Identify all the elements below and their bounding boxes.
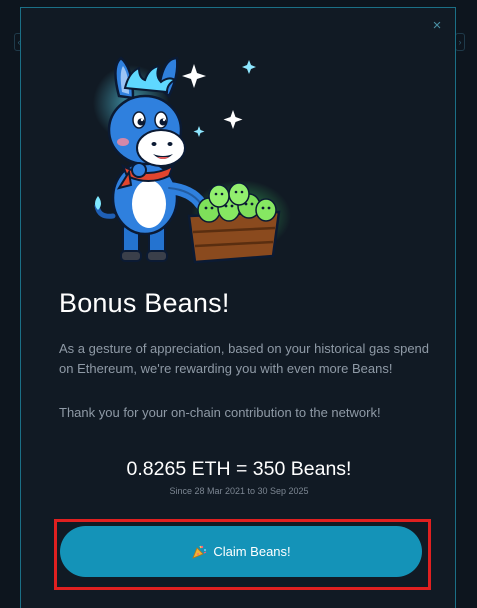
modal-title: Bonus Beans! [59,288,230,318]
conversion-period: Since 28 Mar 2021 to 30 Sep 2025 [169,486,309,496]
conversion-amount: 0.8265 ETH = 350 Beans! [126,458,352,480]
bonus-beans-modal: × Bonus Beans! As a gesture of appreciat… [20,7,456,608]
close-icon[interactable]: × [429,18,445,34]
party-popper-icon [192,545,207,559]
modal-description: As a gesture of appreciation, based on y… [59,341,430,376]
background-control-right: › [455,33,465,51]
donkey-mascot-illustration [93,56,291,264]
page: ‹ › × Bonus Beans! As a gesture of appre… [0,0,477,608]
modal-thanks-text: Thank you for your on-chain contribution… [59,405,381,420]
claim-beans-label: Claim Beans! [213,544,291,559]
claim-beans-button[interactable]: Claim Beans! [60,526,422,577]
